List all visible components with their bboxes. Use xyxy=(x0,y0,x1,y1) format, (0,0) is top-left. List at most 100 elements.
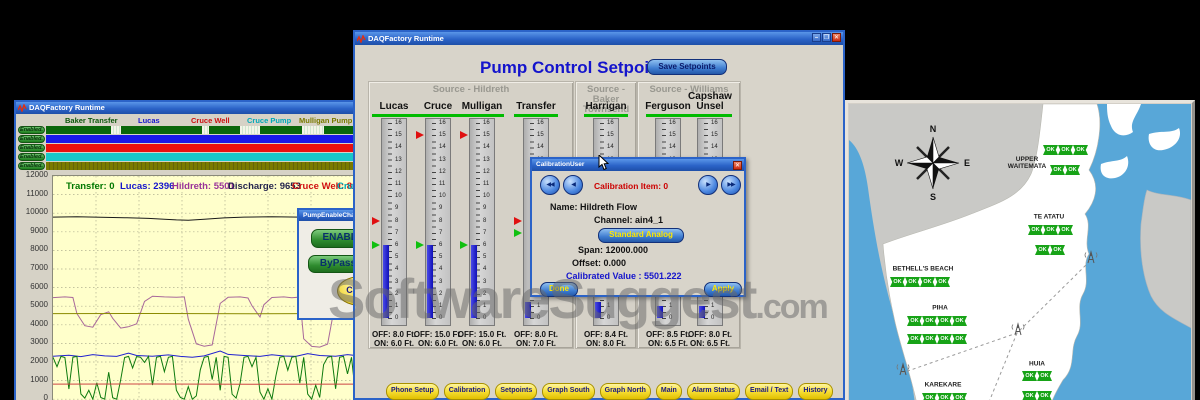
y-tick-7000: 7000 xyxy=(30,263,48,272)
level-fill xyxy=(525,302,531,319)
enabled-button-1[interactable]: Enabled. xyxy=(18,135,45,143)
ok-status-marker[interactable]: OK xyxy=(890,277,905,287)
ok-status-marker[interactable]: OK xyxy=(1043,225,1058,235)
calibration-item-label: Calibration Item: 0 xyxy=(594,181,669,191)
close-button[interactable]: ✕ xyxy=(832,33,841,42)
nav-button-main[interactable]: Main xyxy=(655,383,682,400)
site-label-karekare: KAREKARE xyxy=(924,381,962,389)
next-item-button[interactable]: ▶ xyxy=(698,175,718,195)
off-setpoint-label: OFF: 8.0 Ft. xyxy=(514,330,558,339)
nav-button-calibration[interactable]: Calibration xyxy=(443,383,491,400)
standard-analog-button[interactable]: Standard Analog xyxy=(598,228,684,243)
close-icon[interactable]: ✕ xyxy=(733,160,742,170)
nav-button-email-text[interactable]: Email / Text xyxy=(745,383,794,400)
enabled-button-2[interactable]: Enabled. xyxy=(18,144,45,152)
off-marker[interactable] xyxy=(514,216,522,225)
slider-tick-label: 8 xyxy=(439,217,443,224)
on-marker[interactable] xyxy=(460,241,468,249)
ok-status-marker[interactable]: OK xyxy=(935,277,950,287)
on-marker[interactable] xyxy=(416,241,424,249)
nav-button-setpoints[interactable]: Setpoints xyxy=(495,383,538,400)
ok-status-marker[interactable]: OK xyxy=(922,316,937,326)
pump-name-label: Lucas xyxy=(379,101,409,112)
slider-tick-label: 15 xyxy=(669,132,676,139)
status-bar-gap xyxy=(202,126,209,134)
slider-tick-label: 2 xyxy=(395,290,399,297)
on-marker[interactable] xyxy=(372,241,380,249)
ok-status-marker[interactable]: OK xyxy=(952,316,967,326)
ok-status-marker[interactable]: OK xyxy=(1050,165,1065,175)
ok-status-marker[interactable]: OK xyxy=(1022,371,1037,381)
ok-status-marker[interactable]: OK xyxy=(907,316,922,326)
ok-status-marker[interactable]: OK xyxy=(922,334,937,344)
nav-button-graph-north[interactable]: Graph North xyxy=(599,383,651,400)
readout-3: Discharge: 9653 xyxy=(228,181,301,192)
level-slider[interactable]: 012345678910111213141516 xyxy=(372,118,407,326)
y-tick-4000: 4000 xyxy=(30,318,48,328)
ok-status-marker[interactable]: OK xyxy=(1022,391,1037,400)
slider-tick-label: 15 xyxy=(395,132,402,139)
pump-name-label: Mulligan xyxy=(461,101,503,112)
on-marker[interactable] xyxy=(514,228,522,237)
ok-status-marker[interactable]: OK xyxy=(1037,371,1052,381)
map-content[interactable]: N E S W UPPER WAITEMATA OK OK OK OK OK TE ATATU OK O… xyxy=(849,104,1191,400)
ok-status-marker[interactable]: OK xyxy=(1058,225,1073,235)
off-marker[interactable] xyxy=(372,216,380,225)
off-marker[interactable] xyxy=(416,131,424,140)
last-item-button[interactable]: ▶▶ xyxy=(721,175,741,195)
ok-status-marker[interactable]: OK xyxy=(952,393,967,400)
enabled-button-0[interactable]: Enabled. xyxy=(18,126,45,134)
minimize-button[interactable]: – xyxy=(812,33,821,42)
slider-tick-label: 15 xyxy=(483,132,490,139)
ok-status-marker[interactable]: OK xyxy=(1073,145,1088,155)
slider-tick-label: 6 xyxy=(395,242,399,248)
readout-0: Transfer: 0 xyxy=(66,181,115,192)
ok-status-marker[interactable]: OK xyxy=(1037,391,1052,400)
ok-status-marker[interactable]: OK xyxy=(1065,165,1080,175)
ok-status-marker[interactable]: OK xyxy=(920,277,935,287)
slider-tick-label: 1 xyxy=(483,303,487,309)
level-fill xyxy=(657,306,663,319)
ok-status-marker[interactable]: OK xyxy=(905,277,920,287)
enabled-button-4[interactable]: Enabled. xyxy=(18,162,45,170)
y-tick-10000: 10000 xyxy=(25,207,48,217)
y-tick-3000: 3000 xyxy=(30,337,48,347)
y-tick-6000: 6000 xyxy=(30,281,48,291)
ok-status-marker[interactable]: OK xyxy=(922,393,937,400)
restore-button[interactable]: ❐ xyxy=(822,33,831,42)
pump-status-underline xyxy=(372,114,416,117)
done-button[interactable]: Done xyxy=(540,282,578,297)
slider-tick-label: 5 xyxy=(395,254,399,261)
apply-button[interactable]: Apply xyxy=(704,282,742,297)
slider-tick-label: 16 xyxy=(537,120,544,126)
ok-status-marker[interactable]: OK xyxy=(1035,245,1050,255)
site-label-upper-waitemata: UPPER WAITEMATA xyxy=(1007,156,1047,170)
ok-status-marker[interactable]: OK xyxy=(1050,245,1065,255)
ok-status-marker[interactable]: OK xyxy=(937,393,952,400)
off-marker[interactable] xyxy=(460,131,468,140)
enabled-button-3[interactable]: Enabled. xyxy=(18,153,45,161)
prev-item-button[interactable]: ◀ xyxy=(563,175,583,195)
compass-letter-W: W xyxy=(894,158,904,168)
setpoints-window-titlebar[interactable]: DAQFactory Runtime – ❐ ✕ xyxy=(355,32,843,45)
nav-button-phone-setup[interactable]: Phone Setup xyxy=(386,383,439,400)
ok-status-marker[interactable]: OK xyxy=(937,316,952,326)
radio-tower-icon xyxy=(1010,321,1026,337)
ok-status-marker[interactable]: OK xyxy=(907,334,922,344)
ok-status-marker[interactable]: OK xyxy=(952,334,967,344)
map-geography xyxy=(849,104,1191,400)
save-setpoints-button[interactable]: Save Setpoints xyxy=(647,59,727,75)
level-slider[interactable]: 012345678910111213141516 xyxy=(460,118,495,326)
mouse-cursor xyxy=(598,155,610,171)
nav-button-history[interactable]: History xyxy=(798,383,833,400)
nav-button-alarm-status[interactable]: Alarm Status xyxy=(686,383,740,400)
first-item-button[interactable]: ◀◀ xyxy=(540,175,560,195)
ok-status-marker[interactable]: OK xyxy=(1058,145,1073,155)
level-slider[interactable]: 012345678910111213141516 xyxy=(416,118,451,326)
nav-button-graph-south[interactable]: Graph South xyxy=(542,383,595,400)
calibration-dialog-titlebar[interactable]: CalibrationUser ✕ xyxy=(532,159,744,171)
ok-status-marker[interactable]: OK xyxy=(1043,145,1058,155)
ok-status-marker[interactable]: OK xyxy=(937,334,952,344)
slider-tick-label: 14 xyxy=(537,144,544,151)
ok-status-marker[interactable]: OK xyxy=(1028,225,1043,235)
